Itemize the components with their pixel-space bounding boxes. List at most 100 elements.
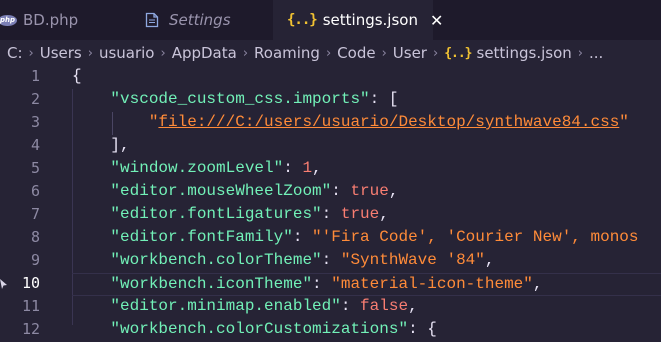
code-text[interactable]: "window.zoomLevel": 1, xyxy=(72,158,661,179)
line-number: 9 xyxy=(30,251,40,269)
code-line[interactable]: 3 "file:///C:/users/usuario/Desktop/synt… xyxy=(0,112,661,135)
line-number: 4 xyxy=(30,136,40,154)
code-line[interactable]: 1{ xyxy=(0,66,661,89)
string-token: " xyxy=(619,113,629,131)
code-line[interactable]: 4 ], xyxy=(0,135,661,158)
file-icon xyxy=(145,12,159,28)
code-text[interactable]: "vscode_custom_css.imports": [ xyxy=(72,89,661,110)
chevron-right-icon: › xyxy=(242,45,249,61)
literal-token: true xyxy=(350,182,389,200)
punctuation-token: : xyxy=(331,182,351,200)
close-icon[interactable]: ✕ xyxy=(430,11,443,30)
string-token: "'Fira Code', 'Courier New', monos xyxy=(312,228,639,246)
string-token: " xyxy=(148,113,159,131)
code-line[interactable]: 8 "editor.fontFamily": "'Fira Code', 'Co… xyxy=(0,227,661,250)
breadcrumb-item-drive[interactable]: C: xyxy=(7,44,23,62)
chevron-right-icon: › xyxy=(325,45,332,61)
code-line[interactable]: 7 "editor.fontLigatures": true, xyxy=(0,204,661,227)
json-key-token: "editor.fontLigatures" xyxy=(110,205,322,223)
tab-settings[interactable]: Settings xyxy=(133,0,273,40)
code-line[interactable]: 12 "workbench.colorCustomizations": { xyxy=(0,319,661,342)
punctuation-token: : xyxy=(321,251,341,269)
chevron-right-icon: › xyxy=(577,45,583,61)
punctuation-token: : xyxy=(312,275,332,293)
php-icon: php xyxy=(0,14,17,26)
tab-bd-php[interactable]: php BD.php xyxy=(0,0,133,40)
chevron-right-icon: › xyxy=(160,45,166,61)
code-text[interactable]: { xyxy=(72,66,661,87)
punctuation-token: ], xyxy=(110,136,130,154)
braces-icon: {..} xyxy=(444,45,472,61)
punctuation-token: , xyxy=(388,182,399,200)
code-text[interactable]: "editor.minimap.enabled": false, xyxy=(72,296,661,317)
code-text[interactable]: "editor.fontLigatures": true, xyxy=(72,204,661,225)
line-number: 8 xyxy=(30,228,40,246)
punctuation-token: : [ xyxy=(369,90,399,108)
chevron-right-icon: › xyxy=(28,45,34,61)
braces-icon: {..} xyxy=(287,12,318,28)
code-text[interactable]: "editor.fontFamily": "'Fira Code', 'Cour… xyxy=(72,227,661,248)
tab-label: Settings xyxy=(169,11,231,29)
breadcrumb-item-user[interactable]: User xyxy=(393,44,427,62)
punctuation-token: , xyxy=(484,251,495,269)
code-text[interactable]: "workbench.iconTheme": "material-icon-th… xyxy=(72,273,661,296)
chevron-right-icon: › xyxy=(432,45,439,61)
code-text[interactable]: ], xyxy=(72,135,661,156)
string-token: "SynthWave '84" xyxy=(340,251,485,269)
punctuation-token: : xyxy=(321,205,341,223)
line-number: 6 xyxy=(30,182,40,200)
breadcrumb-item-roaming[interactable]: Roaming xyxy=(254,44,320,62)
punctuation-token: , xyxy=(379,205,389,223)
breadcrumb-item-users[interactable]: Users xyxy=(40,44,82,62)
breadcrumb-item-symbols[interactable]: ... xyxy=(589,44,603,62)
punctuation-token: , xyxy=(312,159,322,177)
json-key-token: "vscode_custom_css.imports" xyxy=(110,90,370,108)
breadcrumb-item-usuario[interactable]: usuario xyxy=(99,44,155,62)
punctuation-token: : xyxy=(283,159,303,177)
code-line[interactable]: 10 "workbench.iconTheme": "material-icon… xyxy=(0,273,661,296)
line-number: 1 xyxy=(30,67,40,85)
link-token[interactable]: file:///C:/users/usuario/Desktop/synthwa… xyxy=(158,113,619,131)
breadcrumb-item-settings-json[interactable]: settings.json xyxy=(477,44,572,62)
code-editor[interactable]: 1{2 "vscode_custom_css.imports": [3 "fil… xyxy=(0,66,661,338)
json-key-token: "editor.mouseWheelZoom" xyxy=(110,182,332,200)
code-line[interactable]: 6 "editor.mouseWheelZoom": true, xyxy=(0,181,661,204)
line-number: 12 xyxy=(21,320,40,338)
breadcrumb: C: › Users › usuario › AppData › Roaming… xyxy=(0,40,661,66)
json-key-token: "workbench.colorTheme" xyxy=(110,251,322,269)
code-line[interactable]: 5 "window.zoomLevel": 1, xyxy=(0,158,661,181)
line-number: 3 xyxy=(30,113,40,131)
breadcrumb-item-appdata[interactable]: AppData xyxy=(172,44,237,62)
line-number: 7 xyxy=(30,205,40,223)
breadcrumb-item-code[interactable]: Code xyxy=(337,44,375,62)
code-line[interactable]: 11 "editor.minimap.enabled": false, xyxy=(0,296,661,319)
line-number: 5 xyxy=(30,159,40,177)
punctuation-token: : xyxy=(340,297,361,315)
line-number: 2 xyxy=(30,90,40,108)
code-line[interactable]: 9 "workbench.colorTheme": "SynthWave '84… xyxy=(0,250,661,273)
tab-settings-json[interactable]: {..} settings.json ✕ xyxy=(273,0,443,40)
punctuation-token: : { xyxy=(408,320,437,338)
code-line[interactable]: 2 "vscode_custom_css.imports": [ xyxy=(0,89,661,112)
json-key-token: "workbench.colorCustomizations" xyxy=(110,320,409,338)
punctuation-token: : xyxy=(292,228,313,246)
literal-token: 1 xyxy=(302,159,313,177)
code-text[interactable]: "file:///C:/users/usuario/Desktop/synthw… xyxy=(72,112,661,133)
literal-token: false xyxy=(360,297,409,315)
code-text[interactable]: "workbench.colorCustomizations": { xyxy=(72,319,661,340)
code-text[interactable]: "workbench.colorTheme": "SynthWave '84", xyxy=(72,250,661,271)
code-text[interactable]: "editor.mouseWheelZoom": true, xyxy=(72,181,661,202)
chevron-right-icon: › xyxy=(87,45,93,61)
literal-token: true xyxy=(340,205,380,223)
punctuation-token: { xyxy=(72,67,82,85)
json-key-token: "editor.minimap.enabled" xyxy=(110,297,341,315)
punctuation-token: , xyxy=(408,297,418,315)
